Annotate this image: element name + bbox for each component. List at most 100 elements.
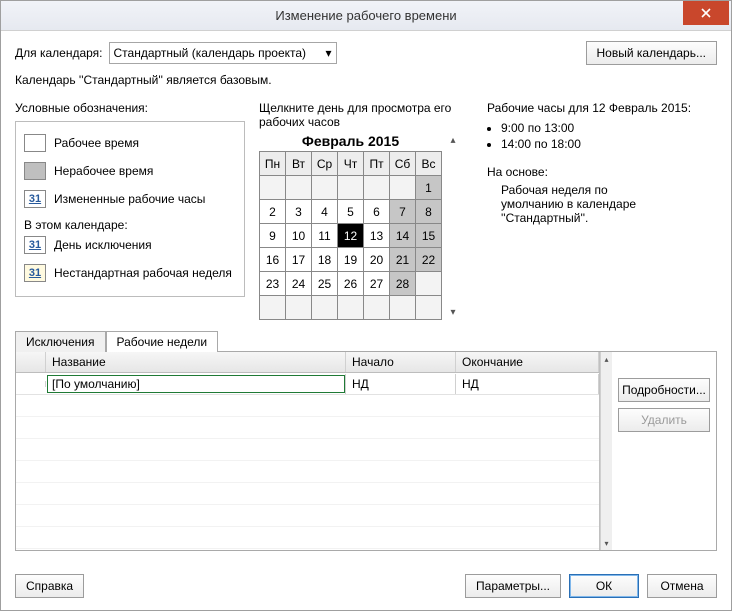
calendar-day[interactable]: 21 (390, 248, 416, 272)
nonworking-swatch-icon (24, 162, 46, 180)
dialog-window: Изменение рабочего времени Для календаря… (0, 0, 732, 611)
calendar-day[interactable]: 12 (338, 224, 364, 248)
calendar-day[interactable]: 19 (338, 248, 364, 272)
calendar-day[interactable]: 2 (260, 200, 286, 224)
legend-nonstd: Нестандартная рабочая неделя (54, 266, 232, 280)
grid-body[interactable]: [По умолчанию]НДНД (16, 373, 599, 550)
options-label: Параметры... (476, 579, 550, 593)
calendar-day (416, 272, 442, 296)
calendar-day (364, 296, 390, 320)
calendar-day[interactable]: 18 (312, 248, 338, 272)
calendar-day[interactable]: 25 (312, 272, 338, 296)
calendar-day[interactable]: 1 (416, 176, 442, 200)
calendar-day[interactable]: 15 (416, 224, 442, 248)
calendar-day[interactable]: 14 (390, 224, 416, 248)
calendar-selector-row: Для календаря: Стандартный (календарь пр… (15, 41, 717, 65)
nonstd-swatch-icon: 31 (24, 264, 46, 282)
calendar-panel: Щелкните день для просмотра его рабочих … (259, 101, 469, 320)
calendar-day[interactable]: 16 (260, 248, 286, 272)
new-calendar-button[interactable]: Новый календарь... (586, 41, 717, 65)
working-swatch-icon (24, 134, 46, 152)
row-handle[interactable] (16, 381, 46, 387)
calendar-day[interactable]: 10 (286, 224, 312, 248)
calendar-day[interactable]: 5 (338, 200, 364, 224)
cell-name[interactable]: [По умолчанию] (46, 374, 346, 394)
based-on-section: На основе: Рабочая неделя по умолчанию в… (487, 165, 717, 225)
day-detail-panel: Рабочие часы для 12 Февраль 2015: 9:00 п… (483, 101, 717, 320)
calendar-grid[interactable]: ПнВтСрЧтПтСбВс 1234567891011121314151617… (259, 151, 442, 320)
calendar-day[interactable]: 24 (286, 272, 312, 296)
delete-button[interactable]: Удалить (618, 408, 710, 432)
calendar-day (390, 176, 416, 200)
calendar-day[interactable]: 27 (364, 272, 390, 296)
calendar-day (416, 296, 442, 320)
calendar-day[interactable]: 9 (260, 224, 286, 248)
legend-subheader: В этом календаре: (24, 218, 236, 232)
calendar-day (390, 296, 416, 320)
tab-panel: Название Начало Окончание [По умолчанию]… (15, 351, 717, 551)
details-button[interactable]: Подробности... (618, 378, 710, 402)
close-button[interactable] (683, 1, 729, 25)
scroll-up-icon[interactable]: ▴ (601, 352, 612, 366)
calendar-day[interactable]: 8 (416, 200, 442, 224)
calendar-scroll-up[interactable]: ▴ (450, 135, 455, 146)
ok-button[interactable]: ОК (569, 574, 639, 598)
base-calendar-text: Календарь ''Стандартный'' является базов… (15, 73, 717, 87)
calendar-day (364, 176, 390, 200)
legend-num-ex: 31 (25, 237, 45, 253)
help-button[interactable]: Справка (15, 574, 84, 598)
based-on-text: Рабочая неделя по умолчанию в календаре … (501, 183, 671, 225)
details-label: Подробности... (622, 383, 706, 397)
legend-panel: Условные обозначения: Рабочее время Нера… (15, 101, 245, 320)
calendar-day (312, 176, 338, 200)
calendar-day (338, 296, 364, 320)
calendar-day (286, 176, 312, 200)
calendar-day (312, 296, 338, 320)
col-name[interactable]: Название (46, 352, 346, 372)
calendar-hint: Щелкните день для просмотра его рабочих … (259, 101, 469, 129)
weekday-header: Пт (364, 152, 390, 176)
cell-start[interactable]: НД (346, 374, 456, 394)
calendar-scroll-down[interactable]: ▾ (450, 307, 455, 318)
calendar-day[interactable]: 11 (312, 224, 338, 248)
ok-label: ОК (596, 579, 612, 593)
scroll-down-icon[interactable]: ▾ (601, 536, 612, 550)
calendar-day[interactable]: 17 (286, 248, 312, 272)
col-start[interactable]: Начало (346, 352, 456, 372)
weekday-header: Сб (390, 152, 416, 176)
calendar-day[interactable]: 6 (364, 200, 390, 224)
changed-swatch-icon: 31 (24, 190, 46, 208)
calendar-day[interactable]: 4 (312, 200, 338, 224)
cancel-button[interactable]: Отмена (647, 574, 717, 598)
legend-nonworking: Нерабочее время (54, 164, 153, 178)
exception-swatch-icon: 31 (24, 236, 46, 254)
tab-exceptions[interactable]: Исключения (15, 331, 106, 352)
weekday-header: Вс (416, 152, 442, 176)
legend-header: Условные обозначения: (15, 101, 245, 115)
detail-header: Рабочие часы для 12 Февраль 2015: (487, 101, 717, 115)
cell-finish[interactable]: НД (456, 374, 599, 394)
calendar-day[interactable]: 23 (260, 272, 286, 296)
calendar-day[interactable]: 26 (338, 272, 364, 296)
calendar-day[interactable]: 3 (286, 200, 312, 224)
calendar-month-title: Февраль 2015 (259, 133, 442, 149)
working-hours-item: 9:00 по 13:00 (501, 121, 717, 135)
grid-scrollbar[interactable]: ▴ ▾ (600, 352, 612, 550)
calendar-day[interactable]: 7 (390, 200, 416, 224)
legend-changed: Измененные рабочие часы (54, 192, 205, 206)
calendar-day[interactable]: 28 (390, 272, 416, 296)
options-button[interactable]: Параметры... (465, 574, 561, 598)
tab-workweeks[interactable]: Рабочие недели (106, 331, 219, 352)
based-on-label: На основе: (487, 165, 717, 179)
calendar-scroll: ▴ ▾ (446, 133, 460, 320)
table-row[interactable]: [По умолчанию]НДНД (16, 373, 599, 395)
col-finish[interactable]: Окончание (456, 352, 599, 372)
calendar-day[interactable]: 13 (364, 224, 390, 248)
workweeks-grid: Название Начало Окончание [По умолчанию]… (16, 352, 600, 550)
calendar-day[interactable]: 22 (416, 248, 442, 272)
help-label: Справка (26, 579, 73, 593)
calendar-dropdown[interactable]: Стандартный (календарь проекта) ▾ (109, 42, 337, 64)
weekday-header: Вт (286, 152, 312, 176)
legend-exception: День исключения (54, 238, 152, 252)
calendar-day[interactable]: 20 (364, 248, 390, 272)
